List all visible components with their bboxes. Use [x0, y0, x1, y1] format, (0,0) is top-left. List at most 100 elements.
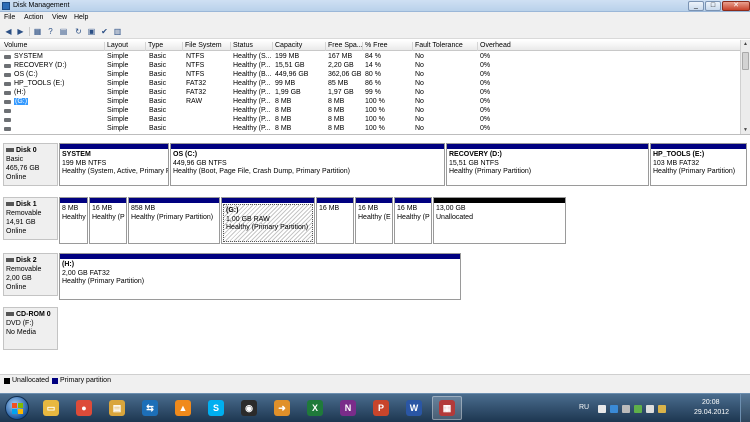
disk-1-label[interactable]: Disk 1 Removable 14,91 GB Online: [3, 197, 58, 240]
start-button[interactable]: [5, 396, 29, 420]
tray-flag-icon[interactable]: [622, 405, 630, 413]
maximize-button[interactable]: □: [705, 1, 721, 11]
menu-view[interactable]: View: [52, 14, 67, 21]
checkmark-icon[interactable]: ✔: [99, 26, 110, 36]
vol-pct-free: 100 %: [365, 107, 385, 114]
taskbar-skype-button[interactable]: S: [201, 396, 231, 420]
disk-0-label[interactable]: Disk 0 Basic 465,76 GB Online: [3, 143, 58, 186]
language-indicator[interactable]: RU: [579, 404, 589, 411]
disk-2-label[interactable]: Disk 2 Removable 2,00 GB Online: [3, 253, 58, 296]
show-hide-console-tree-icon[interactable]: ▦: [32, 26, 43, 36]
col-status[interactable]: Status: [230, 42, 253, 51]
scroll-up-icon[interactable]: ▲: [742, 41, 749, 48]
partition-os-c[interactable]: OS (C:) 449,96 GB NTFS Healthy (Boot, Page…: [170, 143, 445, 186]
properties-icon[interactable]: ▤: [58, 26, 69, 36]
scroll-down-icon[interactable]: ▼: [742, 127, 749, 134]
close-button[interactable]: ✕: [722, 1, 750, 11]
col-fault-tolerance[interactable]: Fault Tolerance: [412, 42, 463, 51]
partition-disk1-8mb[interactable]: 8 MB Healthy: [59, 197, 88, 244]
vol-fault: No: [415, 62, 424, 69]
col-layout[interactable]: Layout: [104, 42, 128, 51]
taskbar-chrome-button[interactable]: ●: [69, 396, 99, 420]
partition-disk1-16mb-d[interactable]: 16 MB Healthy (P: [394, 197, 432, 244]
vol-status: Healthy (P...: [233, 107, 271, 114]
vol-overhead: 0%: [480, 116, 491, 123]
menu-action[interactable]: Action: [24, 14, 43, 21]
partition-hp-tools-e[interactable]: HP_TOOLS (E:) 103 MB FAT32 Healthy (Primar…: [650, 143, 747, 186]
disk-management-icon: ▦: [439, 400, 455, 416]
scroll-thumb[interactable]: [742, 52, 749, 70]
menu-help[interactable]: Help: [74, 14, 88, 21]
col-free-space[interactable]: Free Spa...: [325, 42, 363, 51]
taskbar-word-button[interactable]: W: [399, 396, 429, 420]
taskbar-vlc-button[interactable]: ▲: [168, 396, 198, 420]
volume-row[interactable]: SYSTEM Simple Basic NTFS Healthy (S... 199 MB…: [0, 52, 740, 61]
help-icon[interactable]: ?: [45, 26, 56, 36]
show-desktop-button[interactable]: [740, 394, 750, 422]
volume-row[interactable]: (H:) Simple Basic FAT32 Healthy (P... 1,99 GB…: [0, 88, 740, 97]
tray-expand-icon[interactable]: [598, 405, 606, 413]
cdrom-0-label[interactable]: CD-ROM 0 DVD (F:) No Media: [3, 307, 58, 350]
partition-recovery-d[interactable]: RECOVERY (D:) 15,51 GB NTFS Healthy (Prima…: [446, 143, 649, 186]
vol-type: Basic: [149, 80, 167, 87]
partition-disk1-16mb-c[interactable]: 16 MB Healthy (E: [355, 197, 393, 244]
connect-icon[interactable]: ▣: [86, 26, 97, 36]
minimize-button[interactable]: _: [688, 1, 704, 11]
volume-row[interactable]: RECOVERY (D:) Simple Basic NTFS Healthy (P..…: [0, 61, 740, 70]
volume-row[interactable]: Simple Basic Healthy (P... 8 MB 8 MB 100 % No 0…: [0, 115, 740, 124]
volume-row[interactable]: Simple Basic Healthy (P... 8 MB 8 MB 100 % No 0…: [0, 133, 740, 134]
tray-power-icon[interactable]: [658, 405, 666, 413]
windows-explorer-icon: ▭: [43, 400, 59, 416]
partition-g-selected[interactable]: (G:) 1,00 GB RAW Healthy (Primary Partitio…: [221, 197, 315, 244]
col-volume[interactable]: Volume: [2, 42, 27, 51]
partition-disk1-16mb-b[interactable]: 16 MB: [316, 197, 354, 244]
col-capacity[interactable]: Capacity: [272, 42, 302, 51]
taskbar-windows-explorer-button[interactable]: ▭: [36, 396, 66, 420]
vol-name: RECOVERY (D:): [14, 62, 67, 69]
partition-status: Healthy (Boot, Page File, Crash Dump, Pr…: [173, 168, 351, 175]
vol-type: Basic: [149, 125, 167, 132]
tray-network-icon[interactable]: [634, 405, 642, 413]
col-file-system[interactable]: File System: [182, 42, 222, 51]
forward-icon[interactable]: ▶: [15, 26, 26, 36]
volume-row[interactable]: (G:) Simple Basic RAW Healthy (P... 8 MB 8 MB 1…: [0, 97, 740, 106]
clock-date[interactable]: 29.04.2012: [694, 409, 729, 416]
disk-name: Disk 2: [16, 257, 37, 264]
disk-type: Removable: [6, 266, 42, 273]
volume-row[interactable]: HP_TOOLS (E:) Simple Basic FAT32 Healthy (P.…: [0, 79, 740, 88]
taskbar-powerpoint-button[interactable]: P: [366, 396, 396, 420]
vol-fs: RAW: [186, 98, 203, 105]
col-overhead[interactable]: Overhead: [477, 42, 511, 51]
taskbar-excel-button[interactable]: X: [300, 396, 330, 420]
taskbar-transfer-button[interactable]: ➜: [267, 396, 297, 420]
col-type[interactable]: Type: [145, 42, 163, 51]
vol-capacity: 99 MB: [275, 80, 296, 87]
settings-icon[interactable]: ▥: [112, 26, 123, 36]
taskbar-file-manager-button[interactable]: ▤: [102, 396, 132, 420]
back-icon[interactable]: ◀: [3, 26, 14, 36]
menu-file[interactable]: File: [4, 14, 15, 21]
volume-list-scrollbar[interactable]: ▲ ▼: [740, 40, 750, 134]
volume-row[interactable]: Simple Basic Healthy (P... 8 MB 8 MB 100 % No 0…: [0, 124, 740, 133]
disk-state: Online: [6, 228, 27, 235]
vol-status: Healthy (P...: [233, 125, 271, 132]
partition-disk1-16mb-a[interactable]: 16 MB Healthy (P: [89, 197, 127, 244]
volume-row[interactable]: Simple Basic Healthy (P... 8 MB 8 MB 100 % No 0…: [0, 106, 740, 115]
taskbar-media-player-button[interactable]: ◉: [234, 396, 264, 420]
partition-disk1-unallocated[interactable]: 13,00 GB Unallocated: [433, 197, 566, 244]
clock-time[interactable]: 20:08: [702, 399, 720, 406]
taskbar-disk-management-button[interactable]: ▦: [432, 396, 462, 420]
partition-system[interactable]: SYSTEM 199 MB NTFS Healthy (System, Active…: [59, 143, 169, 186]
partition-name: RECOVERY (D:): [449, 151, 502, 158]
tray-bluetooth-icon[interactable]: [610, 405, 618, 413]
col-percent-free[interactable]: % Free: [362, 42, 388, 51]
volume-row[interactable]: OS (C:) Simple Basic NTFS Healthy (B... 449,9…: [0, 70, 740, 79]
partition-h[interactable]: (H:) 2,00 GB FAT32 Healthy (Primary Partit…: [59, 253, 461, 300]
tray-volume-icon[interactable]: [646, 405, 654, 413]
vol-capacity: 15,51 GB: [275, 62, 305, 69]
partition-disk1-858mb[interactable]: 858 MB Healthy (Primary Partition): [128, 197, 220, 244]
taskbar-onenote-button[interactable]: N: [333, 396, 363, 420]
refresh-icon[interactable]: ↻: [73, 26, 84, 36]
volume-list: Volume Layout Type File System Status Ca…: [0, 40, 750, 135]
taskbar-teamviewer-button[interactable]: ⇆: [135, 396, 165, 420]
